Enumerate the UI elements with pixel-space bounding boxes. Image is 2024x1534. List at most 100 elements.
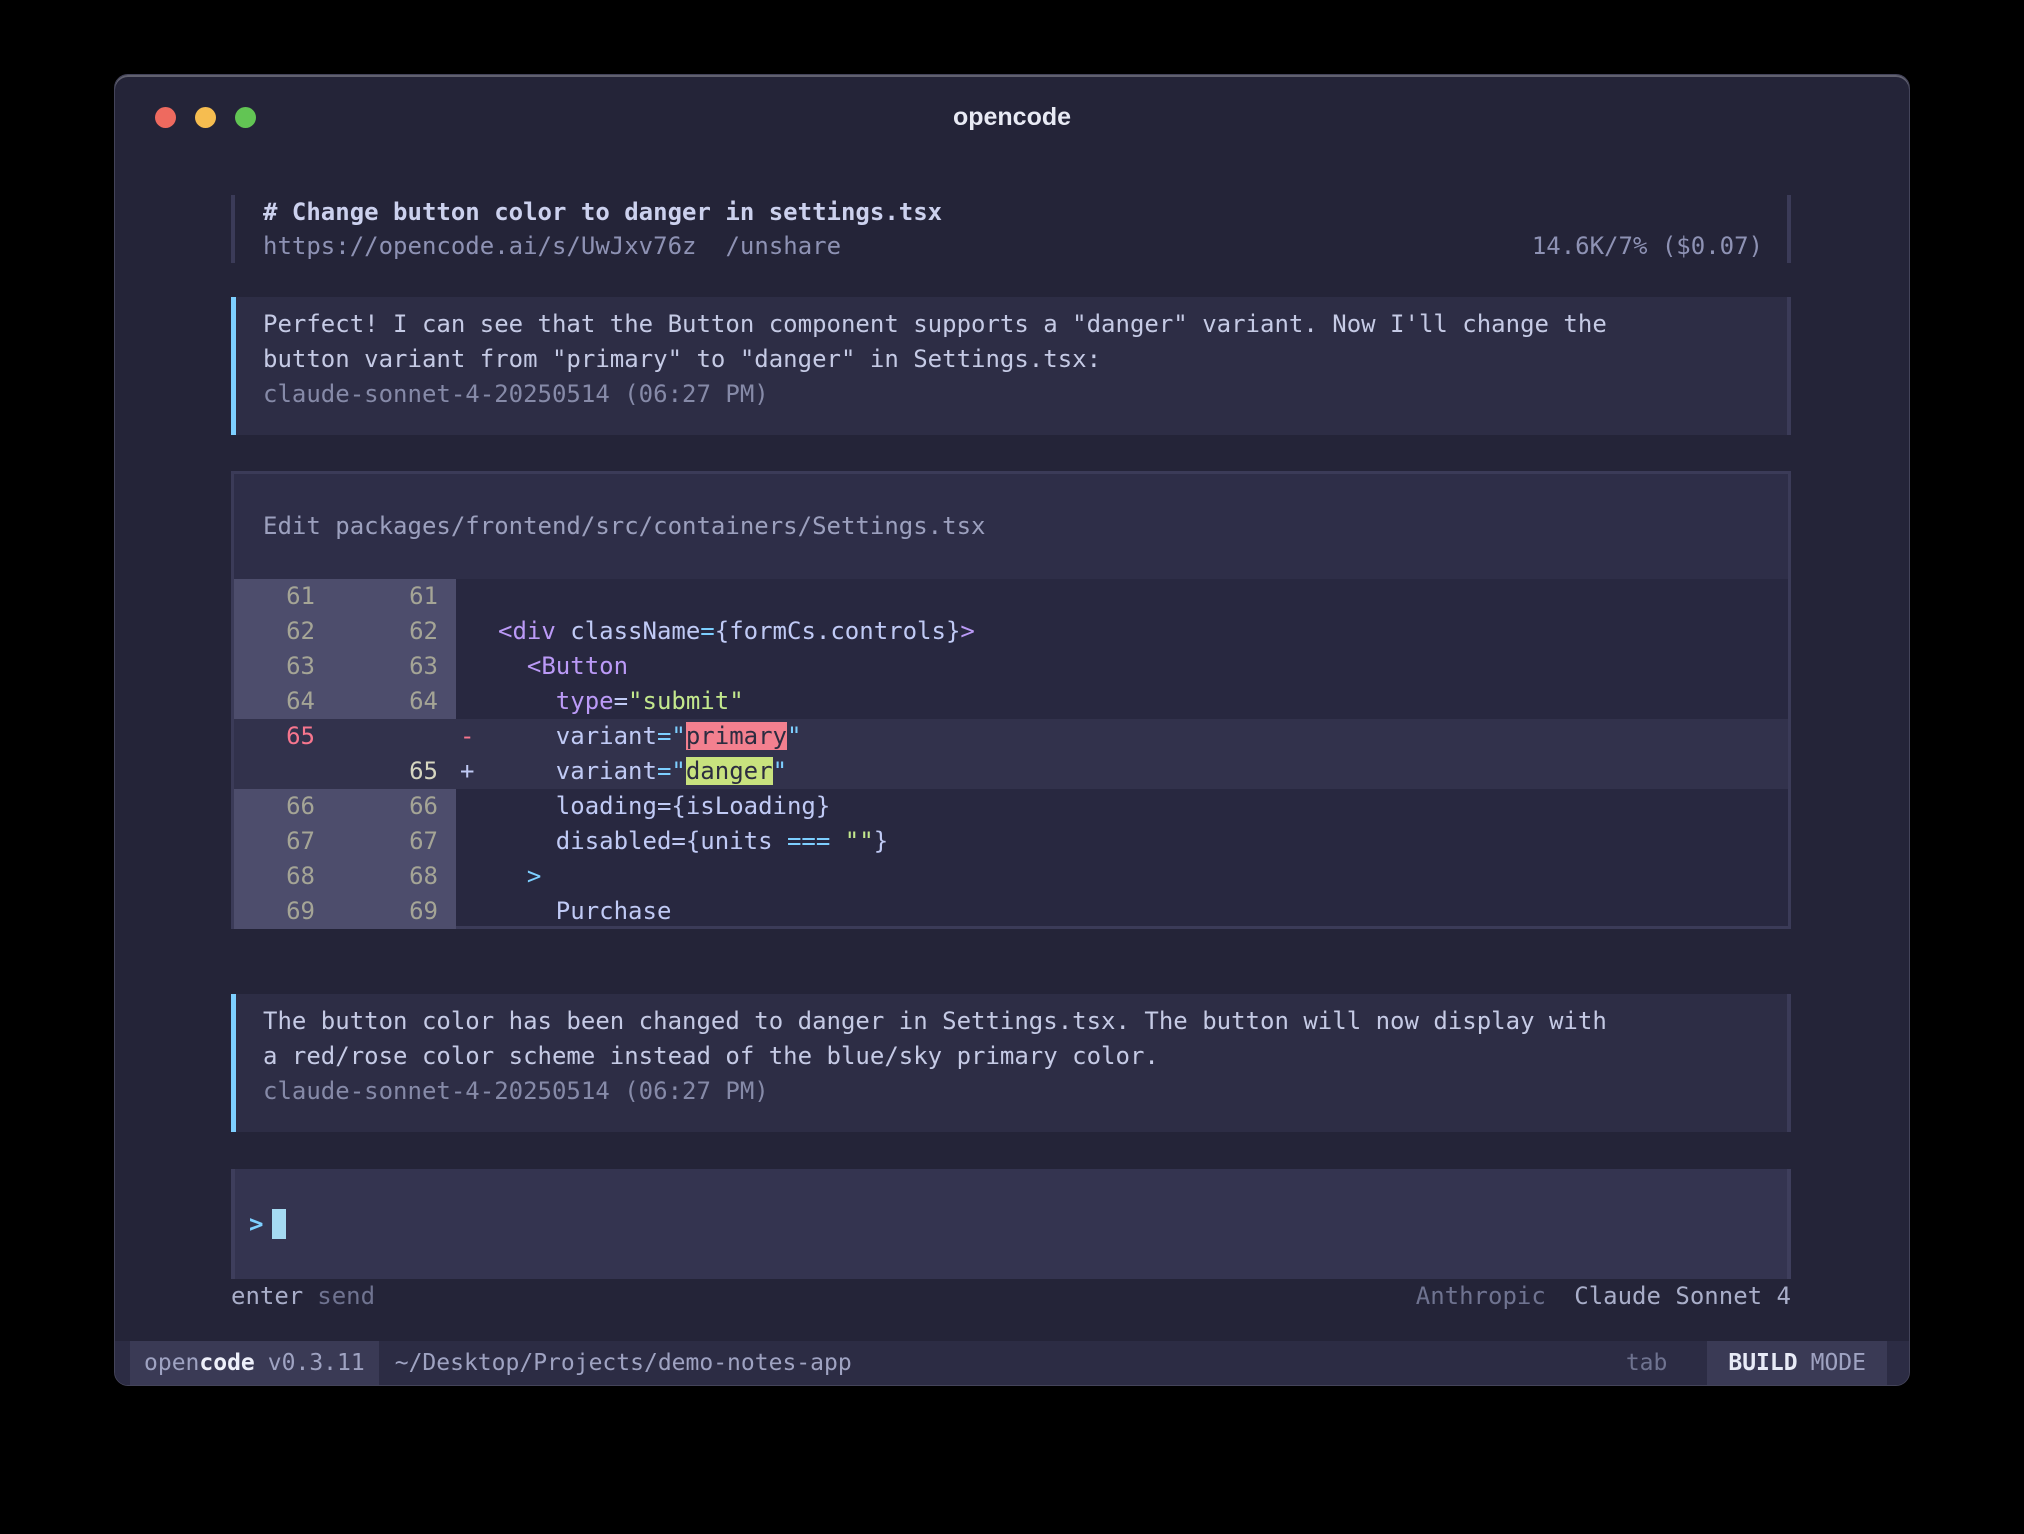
diff-new-line-number: 67 <box>345 824 456 859</box>
diff-row: 6666 loading={isLoading} <box>234 789 1788 824</box>
send-action-hint: send <box>317 1279 375 1314</box>
diff-new-line-number: 65 <box>345 754 456 789</box>
code-segment: "submit" <box>628 687 744 715</box>
diff-marker <box>456 824 486 859</box>
diff-old-line-number: 67 <box>234 824 345 859</box>
code-segment: = <box>614 687 628 715</box>
mode-label-rest: MODE <box>1811 1350 1866 1376</box>
mode-label-bold: BUILD <box>1728 1350 1797 1376</box>
diff-new-line-number <box>345 719 456 754</box>
code-segment: {formCs.controls} <box>715 617 961 645</box>
diff-row: 6464 type="submit" <box>234 684 1788 719</box>
code-segment: = <box>700 617 714 645</box>
code-segment: variant <box>498 722 657 750</box>
prompt-symbol: > <box>249 1210 263 1238</box>
code-segment: > <box>960 617 974 645</box>
diff-new-line-number: 64 <box>345 684 456 719</box>
diff-marker: + <box>456 754 486 789</box>
code-segment: =" <box>657 722 686 750</box>
provider-name: Anthropic <box>1416 1282 1546 1310</box>
session-meta-row: https://opencode.ai/s/UwJxv76z /unshare … <box>263 229 1763 264</box>
code-segment: === <box>787 827 830 855</box>
app-version: v0.3.11 <box>268 1350 365 1376</box>
code-segment: primary <box>686 722 787 750</box>
code-segment: " <box>787 722 801 750</box>
diff-marker <box>456 614 486 649</box>
model-name: Claude Sonnet 4 <box>1574 1282 1791 1310</box>
diff-code-line: > <box>486 859 1788 894</box>
mode-chip: BUILD MODE <box>1707 1341 1887 1385</box>
titlebar: opencode <box>115 75 1909 159</box>
code-segment: <Button <box>498 652 628 680</box>
app-name-bold: code <box>199 1350 254 1376</box>
edit-tool-card: Edit packages/frontend/src/containers/Se… <box>231 471 1791 929</box>
diff-old-line-number: 62 <box>234 614 345 649</box>
code-segment: type <box>498 687 614 715</box>
diff-marker <box>456 859 486 894</box>
diff-code-line: <div className={formCs.controls}> <box>486 614 1788 649</box>
code-segment: variant <box>498 757 657 785</box>
diff-marker <box>456 579 486 614</box>
diff-marker <box>456 789 486 824</box>
diff-row: 6868 > <box>234 859 1788 894</box>
diff-row: 65+ variant="danger" <box>234 754 1788 789</box>
diff-old-line-number: 66 <box>234 789 345 824</box>
diff-code-line: disabled={units === ""} <box>486 824 1788 859</box>
working-directory: ~/Desktop/Projects/demo-notes-app <box>395 1341 852 1385</box>
diff-old-line-number: 63 <box>234 649 345 684</box>
message-model-meta: claude-sonnet-4-20250514 (06:27 PM) <box>263 377 1763 412</box>
context-stats: 14.6K/7% ($0.07) <box>1532 229 1763 264</box>
diff-new-line-number: 63 <box>345 649 456 684</box>
diff-row: 6363 <Button <box>234 649 1788 684</box>
share-url[interactable]: https://opencode.ai/s/UwJxv76z <box>263 229 696 264</box>
diff-code-line: type="submit" <box>486 684 1788 719</box>
message-text: The button color has been changed to dan… <box>263 1004 1763 1074</box>
text-cursor <box>272 1209 286 1239</box>
diff-row: 65 - variant="primary" <box>234 719 1788 754</box>
diff-code-line: variant="danger" <box>486 754 1788 789</box>
diff-new-line-number: 62 <box>345 614 456 649</box>
diff-code-line <box>486 579 1788 614</box>
code-segment: className <box>556 617 701 645</box>
diff-marker <box>456 894 486 929</box>
diff-marker: - <box>456 719 486 754</box>
diff-old-line-number: 64 <box>234 684 345 719</box>
diff-old-line-number <box>234 754 345 789</box>
diff-new-line-number: 66 <box>345 789 456 824</box>
message-model-meta: claude-sonnet-4-20250514 (06:27 PM) <box>263 1074 1763 1109</box>
session-header: # Change button color to danger in setti… <box>231 195 1791 263</box>
diff-new-line-number: 61 <box>345 579 456 614</box>
diff-new-line-number: 69 <box>345 894 456 929</box>
diff-code-line: Purchase <box>486 894 1788 929</box>
diff-row: 6262 <div className={formCs.controls}> <box>234 614 1788 649</box>
prompt-input[interactable]: > <box>231 1169 1791 1279</box>
assistant-message: The button color has been changed to dan… <box>231 994 1791 1132</box>
app-window: opencode # Change button color to danger… <box>114 74 1910 1386</box>
code-segment: loading={isLoading} <box>498 792 830 820</box>
code-segment: } <box>874 827 888 855</box>
window-title: opencode <box>115 103 1909 132</box>
diff-code-line: <Button <box>486 649 1788 684</box>
app-version-chip: opencode v0.3.11 <box>130 1341 379 1385</box>
diff-new-line-number: 68 <box>345 859 456 894</box>
status-bar: opencode v0.3.11 ~/Desktop/Projects/demo-… <box>115 1341 1909 1385</box>
diff-old-line-number: 61 <box>234 579 345 614</box>
tab-key-hint: tab <box>1626 1341 1668 1385</box>
diff-row: 6969 Purchase <box>234 894 1788 929</box>
diff-row: 6161 <box>234 579 1788 614</box>
code-segment: "" <box>830 827 873 855</box>
diff-marker <box>456 684 486 719</box>
code-segment: danger <box>686 757 773 785</box>
footer-hints: enter send Anthropic Claude Sonnet 4 <box>231 1279 1791 1314</box>
code-segment: Purchase <box>498 897 671 925</box>
code-segment: =" <box>657 757 686 785</box>
app-name-normal: open <box>144 1350 199 1376</box>
code-segment: " <box>773 757 787 785</box>
diff-old-line-number: 65 <box>234 719 345 754</box>
diff-old-line-number: 69 <box>234 894 345 929</box>
diff-row: 6767 disabled={units === ""} <box>234 824 1788 859</box>
diff-code-line: variant="primary" <box>486 719 1788 754</box>
unshare-command[interactable]: /unshare <box>725 229 841 264</box>
diff-old-line-number: 68 <box>234 859 345 894</box>
code-segment: <div <box>498 617 556 645</box>
